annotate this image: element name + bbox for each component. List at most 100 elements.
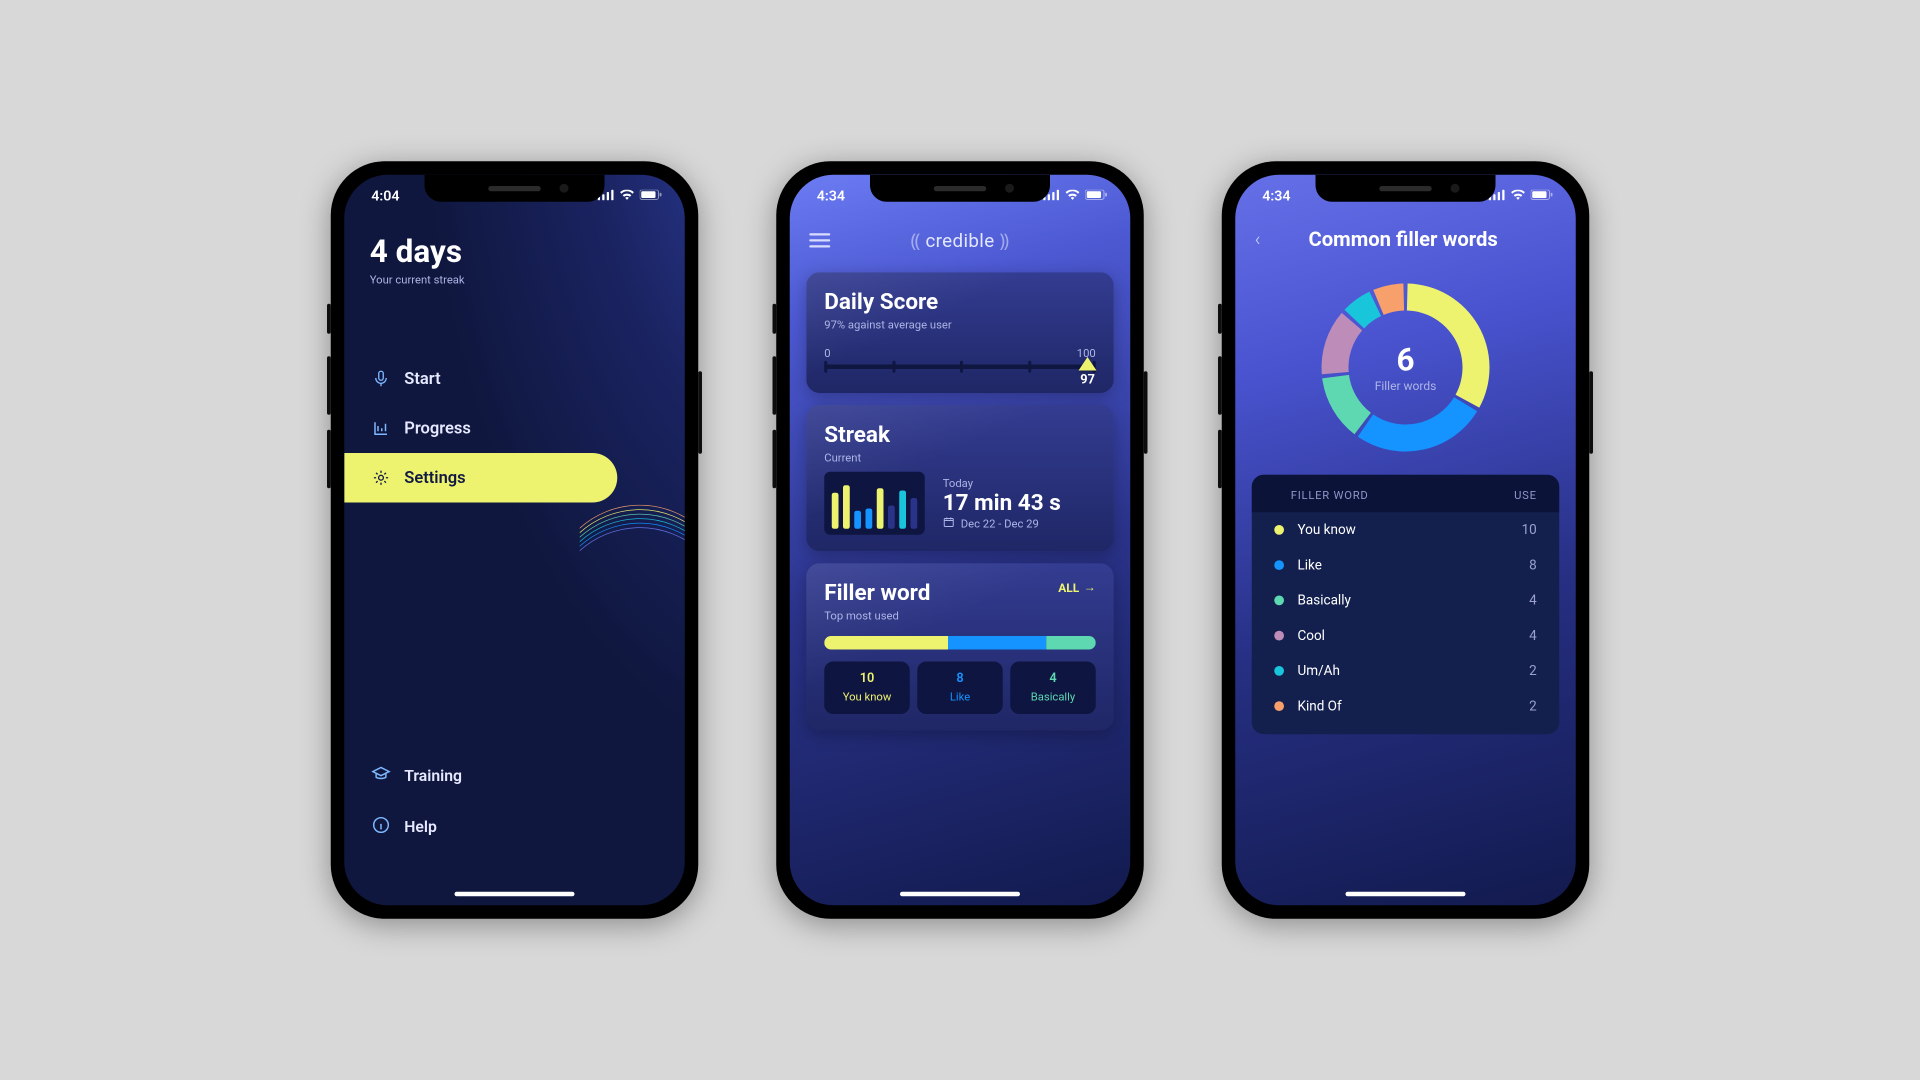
card-subtitle: Current xyxy=(824,451,1096,465)
row-use: 2 xyxy=(1529,698,1537,714)
streak-bar xyxy=(911,498,918,529)
status-time: 4:04 xyxy=(371,186,399,203)
streak-bar xyxy=(888,506,895,529)
phone-dashboard: 4:34 ⸨ credible ⸩ Daily Score 97% agains… xyxy=(776,161,1144,919)
battery-icon xyxy=(1531,190,1554,201)
streak-bar xyxy=(832,493,839,529)
streak-bar xyxy=(899,491,906,529)
streak-headline: 4 days xyxy=(370,233,660,270)
menu-item-settings[interactable]: Settings xyxy=(344,453,617,503)
menu-item-training[interactable]: Training xyxy=(344,751,685,802)
stacked-segment xyxy=(1046,636,1095,650)
wifi-icon xyxy=(1511,190,1526,201)
home-indicator[interactable] xyxy=(455,892,575,897)
wifi-icon xyxy=(620,190,635,201)
score-knob[interactable]: 97 xyxy=(1079,357,1097,387)
color-dot xyxy=(1274,631,1284,641)
table-row[interactable]: Basically4 xyxy=(1252,583,1560,618)
page-title: Common filler words xyxy=(1270,227,1557,251)
calendar-icon xyxy=(943,516,955,531)
row-word: Cool xyxy=(1298,628,1530,644)
color-dot xyxy=(1274,701,1284,711)
arrow-right-icon: → xyxy=(1084,580,1096,595)
row-word: Kind Of xyxy=(1298,698,1530,714)
row-word: Basically xyxy=(1298,593,1530,609)
score-min: 0 xyxy=(824,347,830,361)
menu-label: Training xyxy=(404,767,462,785)
phone-menu: 4:04 4 days Your current streak Start xyxy=(331,161,699,919)
card-subtitle: 97% against average user xyxy=(824,318,1096,332)
table-head-word: FILLER WORD xyxy=(1291,488,1369,502)
table-row[interactable]: Like8 xyxy=(1252,548,1560,583)
menu-item-progress[interactable]: Progress xyxy=(344,404,685,454)
filler-donut-chart: 6 Filler words xyxy=(1312,274,1500,462)
info-icon xyxy=(371,815,391,839)
row-word: Like xyxy=(1298,557,1530,573)
streak-bars xyxy=(824,472,925,535)
wave-graphic xyxy=(580,505,685,610)
home-indicator[interactable] xyxy=(900,892,1020,897)
row-use: 2 xyxy=(1529,663,1537,679)
filler-stacked-bar xyxy=(824,636,1096,650)
filler-all-button[interactable]: ALL → xyxy=(1058,580,1096,595)
color-dot xyxy=(1274,596,1284,606)
streak-card[interactable]: Streak Current Today 17 min 43 s Dec 22 … xyxy=(806,405,1114,551)
home-indicator[interactable] xyxy=(1346,892,1466,897)
battery-icon xyxy=(1085,190,1108,201)
filler-pill[interactable]: 10You know xyxy=(824,662,910,715)
streak-bar xyxy=(854,511,861,529)
filler-pill[interactable]: 4 Basically xyxy=(1010,662,1096,715)
status-time: 4:34 xyxy=(817,186,845,203)
score-slider[interactable]: 97 xyxy=(824,365,1096,370)
menu-label: Progress xyxy=(404,419,471,438)
streak-bar xyxy=(866,508,873,528)
graduation-icon xyxy=(371,764,391,788)
row-use: 8 xyxy=(1529,557,1537,573)
card-title: Streak xyxy=(824,422,1096,448)
color-dot xyxy=(1274,666,1284,676)
stacked-segment xyxy=(824,636,947,650)
donut-center-label: Filler words xyxy=(1375,379,1437,393)
streak-sub: Your current streak xyxy=(370,273,660,287)
table-head-use: USE xyxy=(1514,488,1537,502)
menu-label: Start xyxy=(404,369,440,388)
filler-table: FILLER WORD USE You know10Like8Basically… xyxy=(1252,475,1560,735)
card-subtitle: Top most used xyxy=(824,609,930,623)
menu-item-start[interactable]: Start xyxy=(344,354,685,404)
table-row[interactable]: Kind Of2 xyxy=(1252,689,1560,724)
status-time: 4:34 xyxy=(1262,186,1290,203)
row-word: Um/Ah xyxy=(1298,663,1530,679)
table-row[interactable]: Um/Ah2 xyxy=(1252,653,1560,688)
card-title: Daily Score xyxy=(824,289,1096,315)
table-row[interactable]: You know10 xyxy=(1252,512,1560,547)
daily-score-card[interactable]: Daily Score 97% against average user 0 1… xyxy=(806,272,1114,393)
pill-label: You know xyxy=(827,690,907,704)
row-use: 4 xyxy=(1529,593,1537,609)
chart-icon xyxy=(371,419,391,439)
table-row[interactable]: Cool4 xyxy=(1252,618,1560,653)
color-dot xyxy=(1274,560,1284,570)
back-button[interactable]: ‹ xyxy=(1255,228,1261,251)
menu-item-help[interactable]: Help xyxy=(344,802,685,853)
streak-bar xyxy=(843,485,850,528)
score-value: 97 xyxy=(1079,372,1097,387)
gear-icon xyxy=(371,468,391,488)
notch xyxy=(870,175,1050,202)
streak-range: Dec 22 - Dec 29 xyxy=(961,516,1039,530)
filler-pill[interactable]: 8Like xyxy=(917,662,1003,715)
menu-label: Help xyxy=(404,818,437,836)
mic-icon xyxy=(371,369,391,389)
row-use: 10 xyxy=(1522,522,1537,538)
pill-count: 8 xyxy=(920,671,1000,686)
donut-center-value: 6 xyxy=(1396,342,1414,379)
app-brand: ⸨ credible ⸩ xyxy=(911,227,1010,253)
menu-label: Settings xyxy=(404,468,465,487)
hamburger-icon[interactable] xyxy=(809,233,830,247)
streak-bar xyxy=(877,488,884,529)
pill-count: 4 xyxy=(1013,671,1093,686)
battery-icon xyxy=(640,190,663,201)
pill-label: Basically xyxy=(1013,690,1093,704)
stacked-segment xyxy=(948,636,1047,650)
today-label: Today xyxy=(943,476,1061,490)
filler-card[interactable]: Filler word Top most used ALL → 10You kn… xyxy=(806,563,1114,730)
